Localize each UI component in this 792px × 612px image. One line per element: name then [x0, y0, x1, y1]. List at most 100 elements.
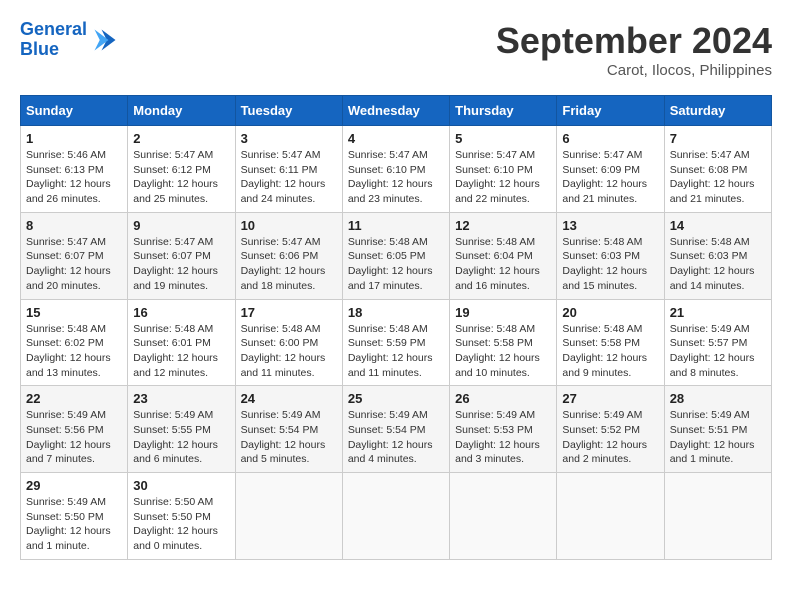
day-info: Sunrise: 5:47 AMSunset: 6:10 PMDaylight:…: [348, 148, 444, 207]
calendar-cell: 23 Sunrise: 5:49 AMSunset: 5:55 PMDayligh…: [128, 386, 235, 473]
day-info: Sunrise: 5:49 AMSunset: 5:54 PMDaylight:…: [241, 408, 337, 467]
day-info: Sunrise: 5:47 AMSunset: 6:11 PMDaylight:…: [241, 148, 337, 207]
calendar-cell: 13 Sunrise: 5:48 AMSunset: 6:03 PMDayligh…: [557, 212, 664, 299]
logo-text: GeneralBlue: [20, 20, 87, 60]
header-friday: Friday: [557, 96, 664, 126]
day-info: Sunrise: 5:48 AMSunset: 5:58 PMDaylight:…: [455, 322, 551, 381]
day-number: 13: [562, 218, 658, 233]
day-number: 22: [26, 391, 122, 406]
location: Carot, Ilocos, Philippines: [496, 62, 772, 79]
day-number: 21: [670, 305, 766, 320]
calendar-cell: 17Sunrise: 5:48 AMSunset: 6:00 PMDayligh…: [235, 299, 342, 386]
title-area: September 2024 Carot, Ilocos, Philippine…: [496, 20, 772, 79]
day-number: 3: [241, 131, 337, 146]
calendar-cell: 6 Sunrise: 5:47 AMSunset: 6:09 PMDaylight…: [557, 126, 664, 213]
header-monday: Monday: [128, 96, 235, 126]
calendar-cell: 5 Sunrise: 5:47 AMSunset: 6:10 PMDaylight…: [450, 126, 557, 213]
calendar-cell: 9 Sunrise: 5:47 AMSunset: 6:07 PMDaylight…: [128, 212, 235, 299]
day-number: 14: [670, 218, 766, 233]
day-number: 25: [348, 391, 444, 406]
calendar-cell: 1 Sunrise: 5:46 AMSunset: 6:13 PMDaylight…: [21, 126, 128, 213]
day-number: 4: [348, 131, 444, 146]
calendar-cell: [342, 473, 449, 560]
header-tuesday: Tuesday: [235, 96, 342, 126]
day-info: Sunrise: 5:47 AMSunset: 6:12 PMDaylight:…: [133, 148, 229, 207]
day-number: 15: [26, 305, 122, 320]
day-number: 5: [455, 131, 551, 146]
calendar-cell: 3 Sunrise: 5:47 AMSunset: 6:11 PMDaylight…: [235, 126, 342, 213]
day-info: Sunrise: 5:47 AMSunset: 6:09 PMDaylight:…: [562, 148, 658, 207]
day-number: 6: [562, 131, 658, 146]
day-number: 7: [670, 131, 766, 146]
day-info: Sunrise: 5:46 AMSunset: 6:13 PMDaylight:…: [26, 148, 122, 207]
day-number: 30: [133, 478, 229, 493]
calendar-cell: 22 Sunrise: 5:49 AMSunset: 5:56 PMDayligh…: [21, 386, 128, 473]
calendar-cell: 25 Sunrise: 5:49 AMSunset: 5:54 PMDayligh…: [342, 386, 449, 473]
day-number: 16: [133, 305, 229, 320]
calendar-cell: 4 Sunrise: 5:47 AMSunset: 6:10 PMDaylight…: [342, 126, 449, 213]
day-number: 8: [26, 218, 122, 233]
calendar-cell: [664, 473, 771, 560]
day-number: 9: [133, 218, 229, 233]
calendar-cell: [450, 473, 557, 560]
calendar-cell: 20 Sunrise: 5:48 AMSunset: 5:58 PMDayligh…: [557, 299, 664, 386]
calendar-cell: 16 Sunrise: 5:48 AMSunset: 6:01 PMDayligh…: [128, 299, 235, 386]
day-info: Sunrise: 5:50 AMSunset: 5:50 PMDaylight:…: [133, 495, 229, 554]
calendar-cell: 14Sunrise: 5:48 AMSunset: 6:03 PMDayligh…: [664, 212, 771, 299]
calendar-cell: 8 Sunrise: 5:47 AMSunset: 6:07 PMDaylight…: [21, 212, 128, 299]
day-info: Sunrise: 5:47 AMSunset: 6:10 PMDaylight:…: [455, 148, 551, 207]
header-wednesday: Wednesday: [342, 96, 449, 126]
calendar-cell: 19 Sunrise: 5:48 AMSunset: 5:58 PMDayligh…: [450, 299, 557, 386]
day-number: 23: [133, 391, 229, 406]
day-info: Sunrise: 5:49 AMSunset: 5:51 PMDaylight:…: [670, 408, 766, 467]
calendar-cell: 28 Sunrise: 5:49 AMSunset: 5:51 PMDayligh…: [664, 386, 771, 473]
calendar-cell: 11Sunrise: 5:48 AMSunset: 6:05 PMDayligh…: [342, 212, 449, 299]
day-info: Sunrise: 5:48 AMSunset: 6:03 PMDaylight:…: [562, 235, 658, 294]
day-info: Sunrise: 5:48 AMSunset: 6:04 PMDaylight:…: [455, 235, 551, 294]
calendar-table: Sunday Monday Tuesday Wednesday Thursday…: [20, 95, 772, 560]
calendar-cell: 18Sunrise: 5:48 AMSunset: 5:59 PMDayligh…: [342, 299, 449, 386]
day-info: Sunrise: 5:47 AMSunset: 6:08 PMDaylight:…: [670, 148, 766, 207]
calendar-cell: 2 Sunrise: 5:47 AMSunset: 6:12 PMDaylight…: [128, 126, 235, 213]
calendar-week-5: 29 Sunrise: 5:49 AMSunset: 5:50 PMDayligh…: [21, 473, 772, 560]
day-info: Sunrise: 5:49 AMSunset: 5:55 PMDaylight:…: [133, 408, 229, 467]
header-saturday: Saturday: [664, 96, 771, 126]
day-number: 27: [562, 391, 658, 406]
calendar-cell: 15 Sunrise: 5:48 AMSunset: 6:02 PMDayligh…: [21, 299, 128, 386]
calendar-cell: 7 Sunrise: 5:47 AMSunset: 6:08 PMDaylight…: [664, 126, 771, 213]
calendar-cell: 24Sunrise: 5:49 AMSunset: 5:54 PMDayligh…: [235, 386, 342, 473]
day-info: Sunrise: 5:49 AMSunset: 5:50 PMDaylight:…: [26, 495, 122, 554]
day-info: Sunrise: 5:48 AMSunset: 6:01 PMDaylight:…: [133, 322, 229, 381]
day-number: 17: [241, 305, 337, 320]
day-info: Sunrise: 5:49 AMSunset: 5:56 PMDaylight:…: [26, 408, 122, 467]
day-number: 1: [26, 131, 122, 146]
day-number: 11: [348, 218, 444, 233]
header-sunday: Sunday: [21, 96, 128, 126]
day-info: Sunrise: 5:49 AMSunset: 5:57 PMDaylight:…: [670, 322, 766, 381]
calendar-week-4: 22 Sunrise: 5:49 AMSunset: 5:56 PMDayligh…: [21, 386, 772, 473]
calendar-week-1: 1 Sunrise: 5:46 AMSunset: 6:13 PMDaylight…: [21, 126, 772, 213]
day-number: 2: [133, 131, 229, 146]
day-info: Sunrise: 5:48 AMSunset: 6:02 PMDaylight:…: [26, 322, 122, 381]
month-title: September 2024: [496, 20, 772, 62]
weekday-header-row: Sunday Monday Tuesday Wednesday Thursday…: [21, 96, 772, 126]
day-info: Sunrise: 5:47 AMSunset: 6:07 PMDaylight:…: [133, 235, 229, 294]
calendar-cell: 21 Sunrise: 5:49 AMSunset: 5:57 PMDayligh…: [664, 299, 771, 386]
calendar-cell: [235, 473, 342, 560]
day-number: 19: [455, 305, 551, 320]
day-number: 20: [562, 305, 658, 320]
logo-icon: [91, 26, 119, 54]
header-thursday: Thursday: [450, 96, 557, 126]
day-info: Sunrise: 5:49 AMSunset: 5:54 PMDaylight:…: [348, 408, 444, 467]
logo: GeneralBlue: [20, 20, 119, 60]
calendar-cell: 10Sunrise: 5:47 AMSunset: 6:06 PMDayligh…: [235, 212, 342, 299]
day-number: 28: [670, 391, 766, 406]
calendar-cell: 26Sunrise: 5:49 AMSunset: 5:53 PMDayligh…: [450, 386, 557, 473]
day-number: 26: [455, 391, 551, 406]
day-number: 10: [241, 218, 337, 233]
day-number: 29: [26, 478, 122, 493]
day-info: Sunrise: 5:47 AMSunset: 6:07 PMDaylight:…: [26, 235, 122, 294]
day-info: Sunrise: 5:48 AMSunset: 5:58 PMDaylight:…: [562, 322, 658, 381]
calendar-cell: 12Sunrise: 5:48 AMSunset: 6:04 PMDayligh…: [450, 212, 557, 299]
day-number: 18: [348, 305, 444, 320]
